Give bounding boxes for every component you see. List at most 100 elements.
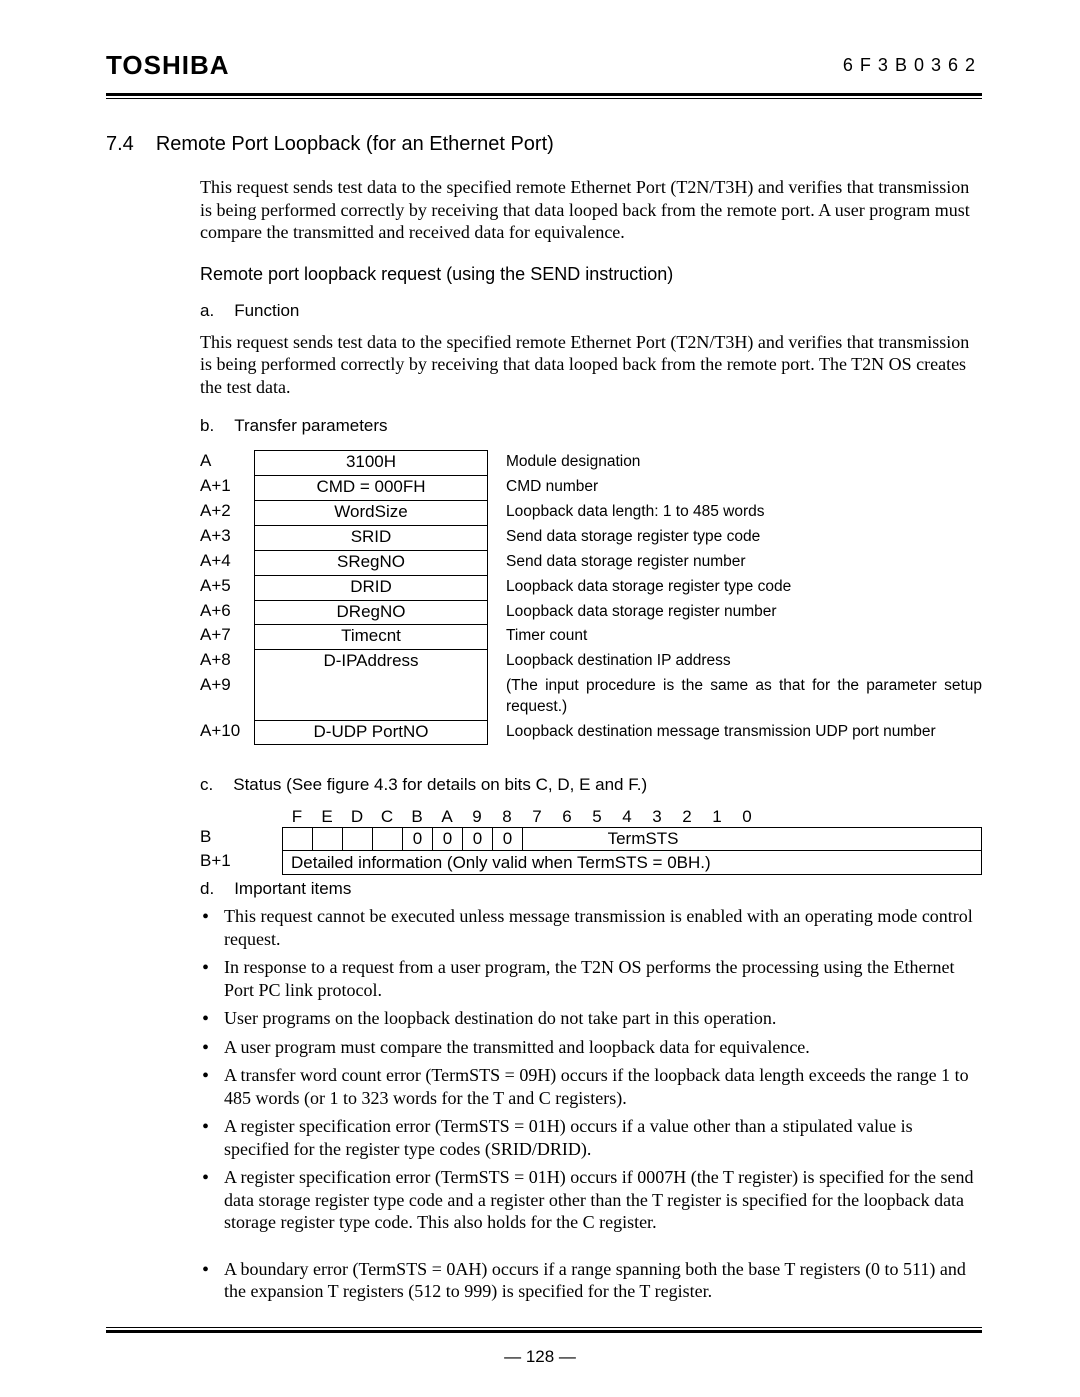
param-desc: Loopback data storage register number: [488, 600, 982, 625]
function-paragraph: This request sends test data to the spec…: [200, 331, 982, 399]
item-letter: d.: [200, 879, 214, 899]
bit-label: 3: [642, 807, 672, 827]
list-item: A user program must compare the transmit…: [200, 1036, 982, 1059]
bit-cell: 0: [493, 828, 523, 850]
bit-label: F: [282, 807, 312, 827]
param-desc: Loopback data storage register type code: [488, 575, 982, 600]
addr: A: [200, 450, 254, 475]
bit-label: B: [402, 807, 432, 827]
param-val: D-IPAddress: [254, 649, 488, 674]
param-desc: Timer count: [488, 624, 982, 649]
bit-cell: 0: [463, 828, 493, 850]
addr: A+5: [200, 575, 254, 600]
addr: A+3: [200, 525, 254, 550]
item-label: Status (See figure 4.3 for details on bi…: [233, 775, 647, 795]
param-desc: CMD number: [488, 475, 982, 500]
status-table: F E D C B A 9 8 7 6 5 4 3 2 1 0 B 0: [200, 807, 982, 875]
param-desc: Send data storage register number: [488, 550, 982, 575]
bit-label: 8: [492, 807, 522, 827]
doc-code: 6F3B0362: [843, 55, 982, 76]
bit-label: 1: [702, 807, 732, 827]
param-desc: Loopback destination message transmissio…: [488, 720, 982, 745]
param-val: Timecnt: [254, 624, 488, 649]
bit-cell: 0: [403, 828, 433, 850]
addr: A+4: [200, 550, 254, 575]
status-row-b: B 0 0 0 0 TermSTS: [200, 827, 982, 851]
bit-label: 0: [732, 807, 762, 827]
bit-label: 6: [552, 807, 582, 827]
param-desc: (The input procedure is the same as that…: [488, 674, 982, 720]
list-item: A register specification error (TermSTS …: [200, 1115, 982, 1160]
bit-cell: 0: [433, 828, 463, 850]
addr: A+2: [200, 500, 254, 525]
param-desc: Module designation: [488, 450, 982, 475]
addr: A+8: [200, 649, 254, 674]
page-number: — 128 —: [0, 1347, 1080, 1367]
bit-label: 7: [522, 807, 552, 827]
important-items-list: This request cannot be executed unless m…: [200, 905, 982, 1234]
bit-label: 9: [462, 807, 492, 827]
addr: A+7: [200, 624, 254, 649]
bit-label: D: [342, 807, 372, 827]
param-val: CMD = 000FH: [254, 475, 488, 500]
param-val: SRID: [254, 525, 488, 550]
bit-label: A: [432, 807, 462, 827]
brand-logo: TOSHIBA: [106, 50, 230, 81]
param-desc: Loopback data length: 1 to 485 words: [488, 500, 982, 525]
addr: A+10: [200, 720, 254, 745]
addr: A+9: [200, 674, 254, 720]
param-val: 3100H: [254, 450, 488, 475]
item-label: Important items: [234, 879, 351, 899]
header-rule: [106, 93, 982, 99]
list-item: A boundary error (TermSTS = 0AH) occurs …: [200, 1258, 982, 1303]
item-a: a. Function: [200, 301, 982, 321]
termsts-cell: TermSTS: [523, 828, 763, 850]
addr: A+6: [200, 600, 254, 625]
item-b: b. Transfer parameters: [200, 416, 982, 436]
bit-label: 4: [612, 807, 642, 827]
item-letter: b.: [200, 416, 214, 436]
section-number: 7.4: [106, 133, 134, 156]
param-val: DRegNO: [254, 600, 488, 625]
detail-cell: Detailed information (Only valid when Te…: [282, 851, 982, 875]
section-title: Remote Port Loopback (for an Ethernet Po…: [156, 133, 554, 156]
param-val: [254, 674, 488, 720]
bit-cell: [343, 828, 373, 850]
param-val: DRID: [254, 575, 488, 600]
param-desc: Loopback destination IP address: [488, 649, 982, 674]
param-desc: Send data storage register type code: [488, 525, 982, 550]
item-letter: c.: [200, 775, 213, 795]
status-bit-header: F E D C B A 9 8 7 6 5 4 3 2 1 0: [200, 807, 982, 827]
item-letter: a.: [200, 301, 214, 321]
item-c: c. Status (See figure 4.3 for details on…: [200, 775, 982, 795]
param-val: D-UDP PortNO: [254, 720, 488, 745]
list-item: This request cannot be executed unless m…: [200, 905, 982, 950]
important-items-list-2: A boundary error (TermSTS = 0AH) occurs …: [200, 1258, 982, 1303]
row-label: B+1: [200, 851, 282, 875]
list-item: User programs on the loopback destinatio…: [200, 1007, 982, 1030]
status-row-b1: B+1 Detailed information (Only valid whe…: [200, 851, 982, 875]
section-heading: 7.4 Remote Port Loopback (for an Etherne…: [106, 133, 982, 156]
list-item: A transfer word count error (TermSTS = 0…: [200, 1064, 982, 1109]
addr: A+1: [200, 475, 254, 500]
bit-cell: [373, 828, 403, 850]
bit-label: 2: [672, 807, 702, 827]
row-label: B: [200, 827, 282, 851]
item-label: Function: [234, 301, 299, 321]
bit-label: C: [372, 807, 402, 827]
bit-label: 5: [582, 807, 612, 827]
list-item: A register specification error (TermSTS …: [200, 1166, 982, 1234]
footer-rule: [106, 1327, 982, 1333]
list-item: In response to a request from a user pro…: [200, 956, 982, 1001]
item-d: d. Important items: [200, 879, 982, 899]
param-val: WordSize: [254, 500, 488, 525]
param-val: SRegNO: [254, 550, 488, 575]
bit-cell: [313, 828, 343, 850]
bit-cell: [283, 828, 313, 850]
subsection-title: Remote port loopback request (using the …: [200, 264, 982, 285]
transfer-param-table: A 3100H Module designation A+1 CMD = 000…: [200, 450, 982, 745]
intro-paragraph: This request sends test data to the spec…: [200, 176, 982, 244]
bit-label: E: [312, 807, 342, 827]
page-header: TOSHIBA 6F3B0362: [106, 50, 982, 87]
item-label: Transfer parameters: [234, 416, 387, 436]
